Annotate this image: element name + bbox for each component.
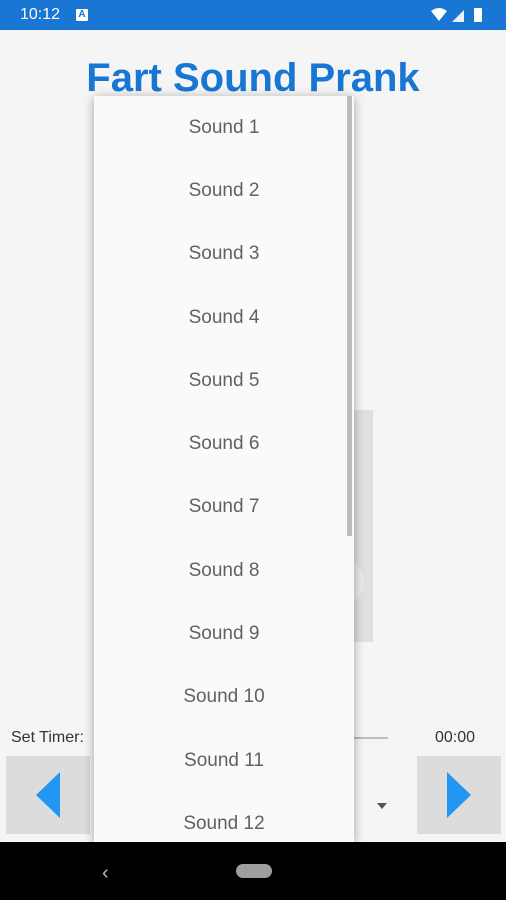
wifi-icon: [431, 8, 447, 21]
notification-a-icon: A: [76, 9, 88, 21]
previous-button[interactable]: [6, 756, 90, 834]
dropdown-item-sound-12[interactable]: Sound 12: [94, 792, 354, 842]
battery-icon: [474, 8, 482, 22]
next-button[interactable]: [417, 756, 501, 834]
dropdown-item-sound-11[interactable]: Sound 11: [94, 729, 354, 792]
timer-value: 00:00: [435, 729, 476, 746]
dropdown-item-sound-9[interactable]: Sound 9: [94, 602, 354, 665]
dropdown-item-sound-4[interactable]: Sound 4: [94, 286, 354, 349]
dropdown-item-sound-2[interactable]: Sound 2: [94, 159, 354, 222]
status-bar: 10:12 A: [0, 0, 506, 30]
spinner-dropdown-arrow-icon[interactable]: [377, 803, 387, 809]
dropdown-item-sound-1[interactable]: Sound 1: [94, 96, 354, 159]
dropdown-item-sound-6[interactable]: Sound 6: [94, 412, 354, 475]
dropdown-item-sound-5[interactable]: Sound 5: [94, 349, 354, 412]
home-pill-icon[interactable]: [236, 864, 272, 878]
status-time: 10:12: [20, 6, 61, 23]
dropdown-item-sound-8[interactable]: Sound 8: [94, 539, 354, 602]
dropdown-item-sound-10[interactable]: Sound 10: [94, 666, 354, 729]
timer-slider[interactable]: [352, 737, 388, 739]
dropdown-item-sound-3[interactable]: Sound 3: [94, 223, 354, 286]
back-icon[interactable]: ‹: [102, 862, 109, 885]
dropdown-scrollbar[interactable]: [347, 96, 352, 536]
timer-label: Set Timer:: [11, 729, 84, 746]
signal-icon: [452, 10, 464, 22]
page-title: Fart Sound Prank: [86, 56, 420, 100]
triangle-right-icon: [447, 772, 471, 818]
dropdown-item-sound-7[interactable]: Sound 7: [94, 476, 354, 539]
sound-dropdown-menu: Sound 1 Sound 2 Sound 3 Sound 4 Sound 5 …: [94, 96, 354, 842]
triangle-left-icon: [36, 772, 60, 818]
status-icons: [431, 8, 482, 22]
